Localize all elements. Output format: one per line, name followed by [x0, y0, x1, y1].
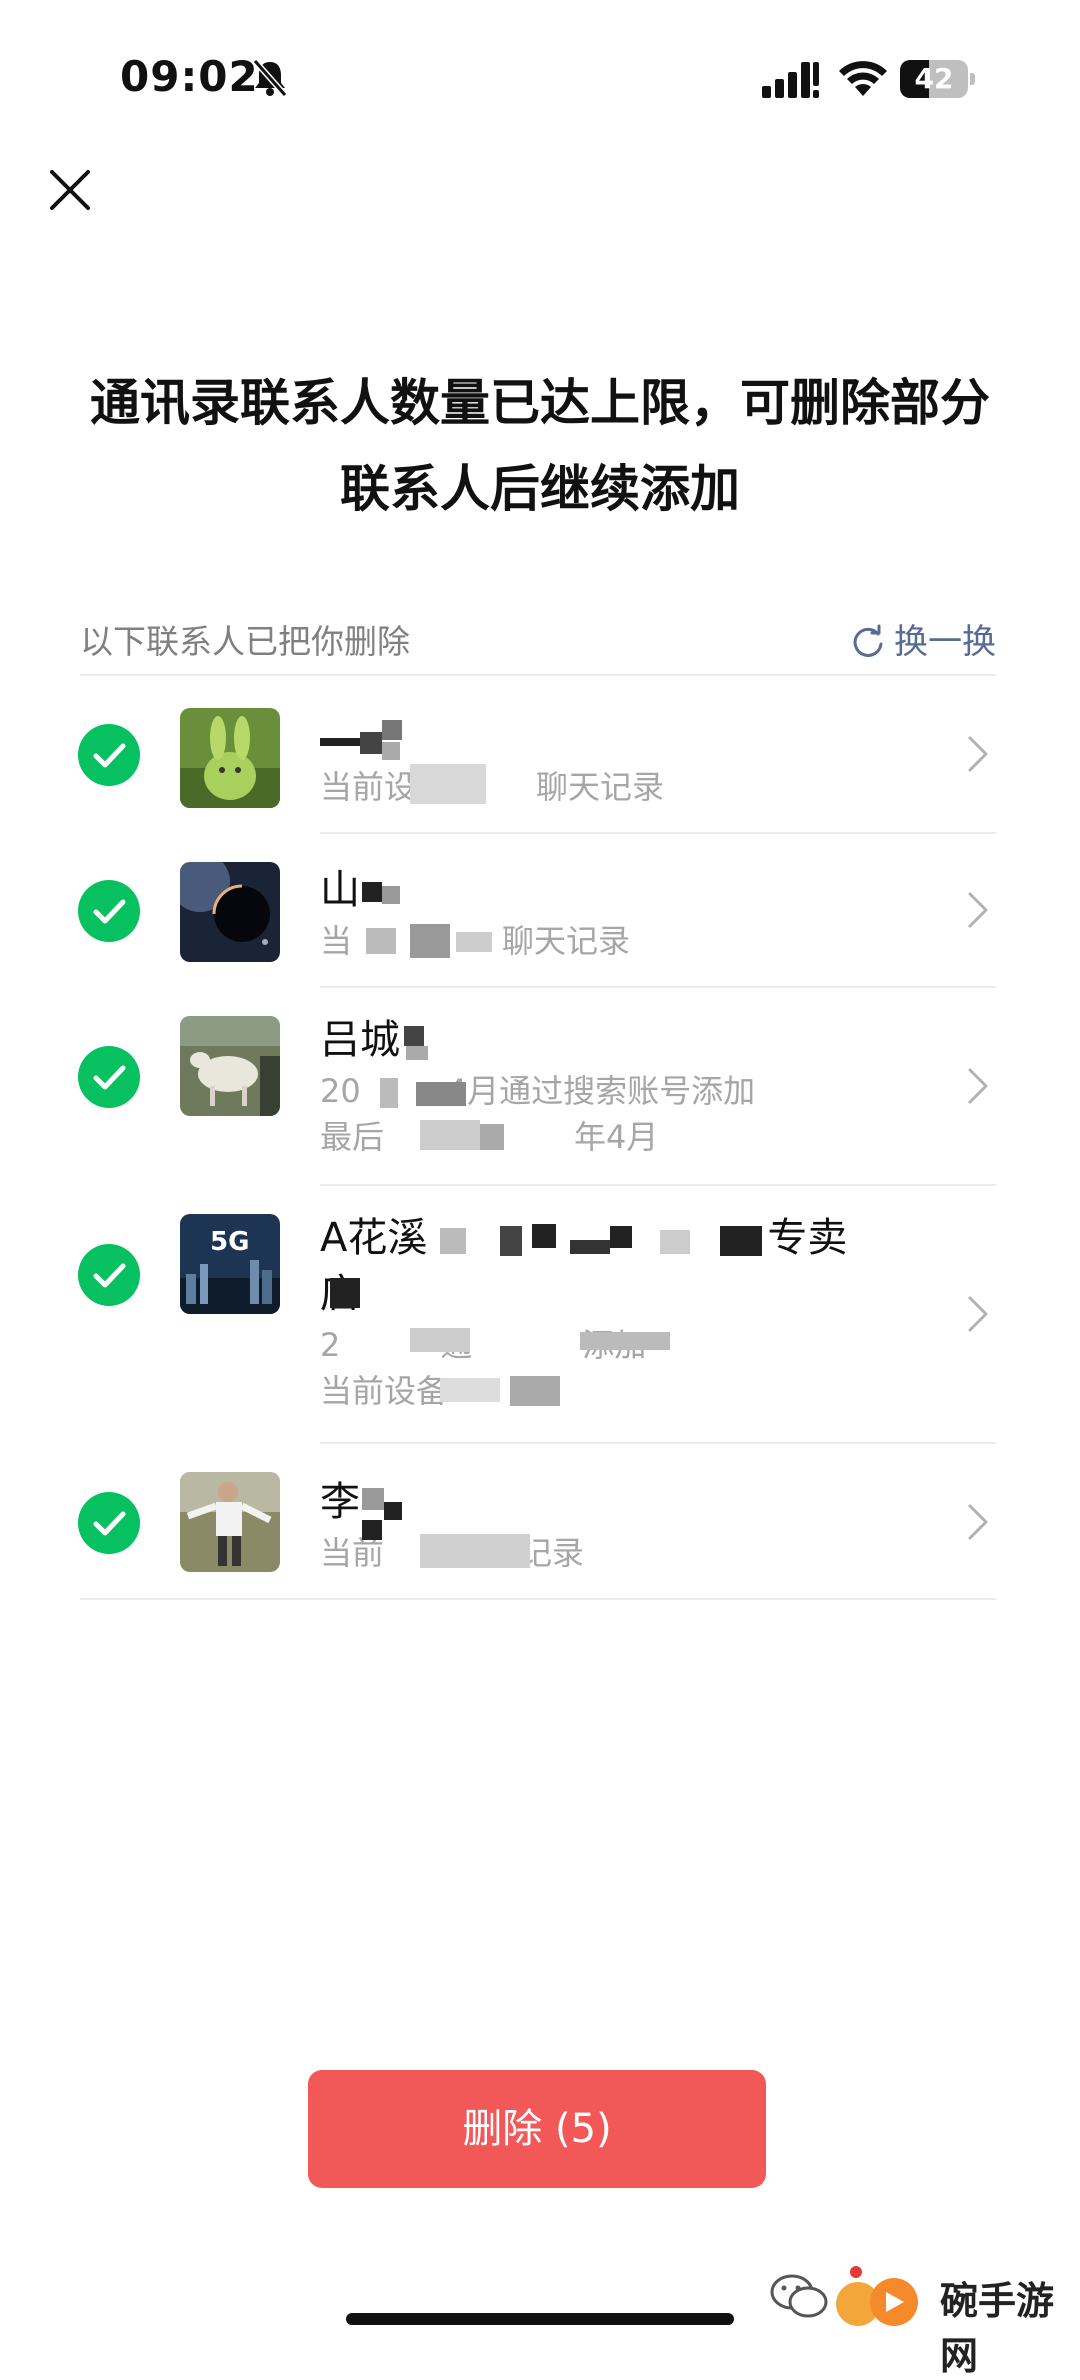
avatar — [180, 1472, 280, 1572]
section-header: 以下联系人已把你删除 换一换 — [80, 617, 996, 667]
privacy-mosaic — [410, 764, 486, 804]
refresh-label: 换一换 — [894, 622, 996, 662]
checkmark-selected-icon[interactable] — [78, 1046, 140, 1108]
page-title: 通讯录联系人数量已达上限，可删除部分联系人后继续添加 — [90, 374, 990, 518]
svg-text:5G: 5G — [210, 1227, 249, 1257]
watermark: 碗手游网 — [770, 2262, 1070, 2378]
contact-row[interactable]: 5G A花溪专卖 店 2通添加 当前设备 — [0, 1186, 1080, 1444]
chevron-right-icon — [968, 892, 988, 928]
privacy-mosaic — [362, 878, 406, 908]
battery-percent: 42 — [914, 62, 954, 95]
close-button[interactable] — [44, 164, 96, 216]
divider — [80, 674, 996, 676]
chevron-right-icon — [968, 1068, 988, 1104]
contact-name: 店 — [320, 1266, 960, 1322]
contact-row[interactable]: 当前设 聊天记录 — [0, 678, 1080, 834]
checkmark-selected-icon[interactable] — [78, 880, 140, 942]
privacy-mosaic — [330, 1278, 360, 1308]
avatar — [180, 1016, 280, 1116]
bell-muted-icon — [252, 59, 288, 97]
divider — [80, 1598, 996, 1600]
status-bar: 09:02 42 — [0, 0, 1080, 150]
privacy-mosaic — [362, 1484, 422, 1544]
home-indicator[interactable] — [346, 2313, 734, 2325]
avatar: 5G — [180, 1214, 280, 1314]
refresh-button[interactable]: 换一换 — [850, 617, 996, 667]
checkmark-selected-icon[interactable] — [78, 1492, 140, 1554]
checkmark-selected-icon[interactable] — [78, 724, 140, 786]
privacy-mosaic — [366, 920, 496, 962]
contact-row[interactable]: 吕城 20 4月通过搜索账号添加 最后 年4月 — [0, 988, 1080, 1186]
privacy-mosaic — [404, 1024, 438, 1064]
refresh-icon — [853, 624, 883, 657]
battery-indicator: 42 — [900, 60, 975, 98]
wechat-icon — [770, 2274, 828, 2318]
chevron-right-icon — [968, 1296, 988, 1332]
privacy-mosaic — [400, 1322, 670, 1422]
section-label: 以下联系人已把你删除 — [80, 622, 410, 661]
status-time: 09:02 — [120, 52, 259, 101]
delete-button[interactable]: 删除 (5) — [308, 2070, 766, 2188]
contact-row[interactable]: 李 当前 记录 — [0, 1444, 1080, 1600]
wifi-icon — [839, 61, 887, 96]
privacy-mosaic — [320, 718, 420, 768]
contact-row[interactable]: 山 当聊天记录 — [0, 834, 1080, 988]
contact-name: 山 — [320, 867, 360, 913]
chevron-right-icon — [968, 736, 988, 772]
chevron-right-icon — [968, 1504, 988, 1540]
privacy-mosaic — [420, 1222, 790, 1266]
checkmark-selected-icon[interactable] — [78, 1244, 140, 1306]
avatar — [180, 708, 280, 808]
watermark-text: 碗手游网 — [940, 2278, 1055, 2378]
privacy-mosaic — [380, 1072, 510, 1172]
brand-logo-icon — [836, 2266, 918, 2326]
avatar — [180, 862, 280, 962]
privacy-mosaic — [420, 1534, 530, 1568]
cellular-signal-icon — [762, 62, 819, 98]
